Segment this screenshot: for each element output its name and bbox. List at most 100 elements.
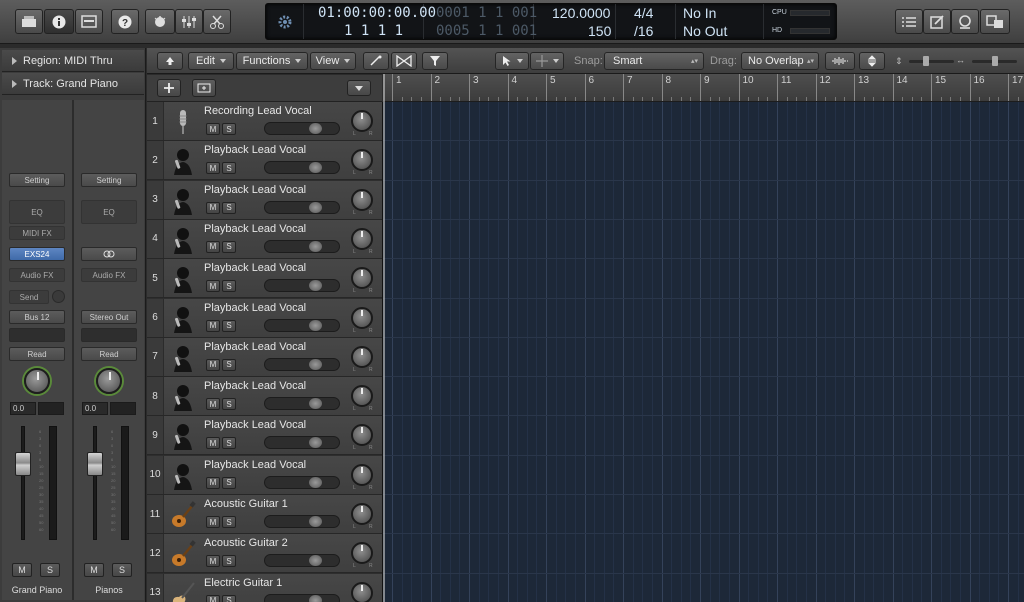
slider-thumb[interactable] bbox=[309, 280, 322, 292]
acoustic-guitar-icon[interactable] bbox=[170, 501, 196, 529]
track-name[interactable]: Acoustic Guitar 2 bbox=[204, 537, 288, 549]
singer-icon[interactable] bbox=[170, 305, 196, 333]
slider-thumb[interactable] bbox=[309, 162, 322, 174]
track-mute-button[interactable]: M bbox=[206, 437, 220, 450]
track-mute-button[interactable]: M bbox=[206, 162, 220, 175]
track-volume-slider[interactable] bbox=[264, 436, 340, 450]
track-mute-button[interactable]: M bbox=[206, 516, 220, 528]
track-header[interactable]: 1 Recording Lead Vocal M S L R bbox=[147, 102, 382, 141]
track-solo-button[interactable]: S bbox=[222, 555, 236, 568]
singer-icon[interactable] bbox=[170, 383, 196, 412]
singer-icon[interactable] bbox=[170, 226, 196, 254]
track-volume-slider[interactable] bbox=[264, 397, 340, 411]
division[interactable]: /16 bbox=[634, 23, 653, 39]
track-pan-knob[interactable] bbox=[351, 503, 373, 525]
track-pan-knob[interactable] bbox=[351, 424, 373, 447]
singer-icon[interactable] bbox=[170, 265, 196, 294]
loop-browser-button[interactable] bbox=[951, 9, 979, 34]
time-position[interactable]: 01:00:00:00.00 bbox=[318, 5, 436, 21]
track-volume-slider[interactable] bbox=[264, 200, 340, 214]
track-header[interactable]: 8 Playback Lead Vocal M S L R bbox=[147, 377, 382, 417]
slider-thumb[interactable] bbox=[309, 201, 322, 213]
pan-knob[interactable] bbox=[96, 368, 122, 394]
track-pan-knob[interactable] bbox=[351, 463, 373, 486]
track-mute-button[interactable]: M bbox=[206, 398, 220, 411]
track-name[interactable]: Playback Lead Vocal bbox=[204, 302, 306, 314]
slider-thumb[interactable] bbox=[992, 56, 998, 66]
quick-help-button[interactable]: ? bbox=[111, 9, 139, 34]
group-slot[interactable] bbox=[81, 328, 137, 342]
track-solo-button[interactable]: S bbox=[222, 319, 236, 332]
up-level-button[interactable] bbox=[157, 52, 183, 70]
send-slot[interactable]: Send bbox=[9, 290, 49, 304]
audio-fx-slot[interactable]: Audio FX bbox=[81, 268, 137, 282]
track-name[interactable]: Playback Lead Vocal bbox=[204, 262, 306, 274]
track-solo-button[interactable]: S bbox=[222, 358, 236, 371]
track-solo-button[interactable]: S bbox=[222, 476, 236, 489]
automation-mode[interactable]: Read bbox=[9, 347, 65, 361]
tracks-area[interactable] bbox=[383, 102, 1024, 602]
snap-select[interactable]: Smart ▴▾ bbox=[604, 52, 704, 70]
track-mute-button[interactable]: M bbox=[206, 594, 220, 602]
bar-ruler[interactable]: 1 2 3 4 5 6 7 8 9 10 11 12 13 14 15 16 17 bbox=[383, 74, 1024, 102]
browser-button[interactable] bbox=[980, 9, 1010, 34]
load-meters[interactable]: CPU HD bbox=[764, 4, 836, 39]
track-solo-button[interactable]: S bbox=[222, 240, 236, 253]
track-header[interactable]: 9 Playback Lead Vocal M S L R bbox=[147, 416, 382, 456]
eq-display[interactable]: EQ bbox=[81, 200, 137, 224]
tempo-display[interactable]: 120.0000 bbox=[552, 5, 610, 21]
track-pan-knob[interactable] bbox=[351, 110, 373, 132]
track-name[interactable]: Playback Lead Vocal bbox=[204, 144, 306, 156]
track-mute-button[interactable]: M bbox=[206, 358, 220, 371]
track-volume-slider[interactable] bbox=[264, 475, 340, 489]
setting-button[interactable]: Setting bbox=[81, 173, 137, 187]
track-pan-knob[interactable] bbox=[351, 306, 373, 329]
track-mute-button[interactable]: M bbox=[206, 476, 220, 489]
track-name[interactable]: Playback Lead Vocal bbox=[204, 380, 306, 392]
track-pan-knob[interactable] bbox=[351, 188, 373, 211]
track-solo-button[interactable]: S bbox=[222, 162, 236, 175]
track-mute-button[interactable]: M bbox=[206, 280, 220, 293]
playhead[interactable] bbox=[383, 74, 385, 602]
mute-button[interactable]: M bbox=[12, 563, 32, 577]
track-name[interactable]: Playback Lead Vocal bbox=[204, 459, 306, 471]
left-locator[interactable]: 0001 1 1 001 bbox=[436, 5, 537, 21]
singer-icon[interactable] bbox=[170, 344, 196, 372]
slider-thumb[interactable] bbox=[309, 555, 322, 567]
slider-thumb[interactable] bbox=[309, 398, 322, 410]
singer-icon[interactable] bbox=[170, 187, 196, 215]
edit-menu[interactable]: Edit bbox=[188, 52, 234, 70]
track-mute-button[interactable]: M bbox=[206, 201, 220, 214]
track-volume-slider[interactable] bbox=[264, 161, 340, 175]
microphone-icon[interactable] bbox=[170, 108, 196, 136]
track-pan-knob[interactable] bbox=[351, 227, 373, 250]
track-pan-knob[interactable] bbox=[351, 345, 373, 368]
track-pan-knob[interactable] bbox=[351, 385, 373, 408]
track-header[interactable]: 3 Playback Lead Vocal M S L R bbox=[147, 180, 382, 220]
output-button[interactable]: Stereo Out bbox=[81, 310, 137, 324]
track-mute-button[interactable]: M bbox=[206, 319, 220, 332]
track-solo-button[interactable]: S bbox=[222, 280, 236, 293]
flex-button[interactable] bbox=[391, 52, 417, 70]
functions-menu[interactable]: Functions bbox=[236, 52, 308, 70]
filter-button[interactable] bbox=[422, 52, 448, 70]
track-volume-slider[interactable] bbox=[264, 515, 340, 528]
track-mute-button[interactable]: M bbox=[206, 555, 220, 568]
volume-fader-track[interactable] bbox=[93, 426, 97, 540]
track-header[interactable]: 6 Playback Lead Vocal M S L R bbox=[147, 298, 382, 338]
track-pan-knob[interactable] bbox=[351, 542, 373, 565]
track-volume-slider[interactable] bbox=[264, 554, 340, 568]
track-volume-slider[interactable] bbox=[264, 318, 340, 332]
electric-guitar-icon[interactable] bbox=[170, 580, 196, 602]
instrument-slot[interactable]: EXS24 bbox=[9, 247, 65, 261]
track-name[interactable]: Playback Lead Vocal bbox=[204, 223, 306, 235]
auto-zoom-button[interactable] bbox=[859, 52, 885, 70]
track-volume-slider[interactable] bbox=[264, 279, 340, 293]
group-slot[interactable] bbox=[9, 328, 65, 342]
link-button[interactable] bbox=[81, 247, 137, 261]
track-name[interactable]: Recording Lead Vocal bbox=[204, 105, 312, 117]
solo-button[interactable]: S bbox=[40, 563, 60, 577]
track-header[interactable]: 10 Playback Lead Vocal M S L R bbox=[147, 455, 382, 495]
track-name[interactable]: Acoustic Guitar 1 bbox=[204, 498, 288, 510]
eq-display[interactable]: EQ bbox=[9, 200, 65, 224]
